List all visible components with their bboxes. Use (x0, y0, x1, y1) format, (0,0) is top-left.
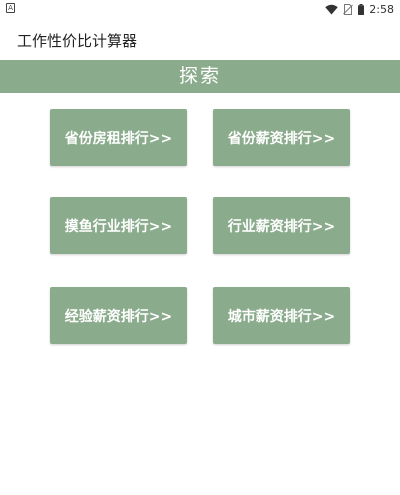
app-title: 工作性价比计算器 (17, 32, 138, 50)
slacking-industry-ranking-button[interactable]: 摸鱼行业排行>> (50, 197, 187, 254)
wifi-icon (325, 4, 338, 14)
notification-icon: A (6, 3, 15, 13)
banner-title: 探索 (178, 65, 221, 87)
city-salary-ranking-button[interactable]: 城市薪资排行>> (213, 287, 350, 344)
experience-salary-ranking-button[interactable]: 经验薪资排行>> (50, 287, 187, 344)
status-icons: 2:58 (325, 2, 394, 16)
industry-salary-ranking-button[interactable]: 行业薪资排行>> (213, 197, 350, 254)
province-rent-ranking-button[interactable]: 省份房租排行>> (50, 109, 187, 166)
tile-label: 行业薪资排行>> (227, 218, 336, 235)
tile-label: 省份薪资排行>> (227, 130, 336, 147)
battery-icon (358, 3, 365, 15)
tile-label: 城市薪资排行>> (227, 308, 336, 325)
tile-label: 经验薪资排行>> (64, 308, 173, 325)
province-salary-ranking-button[interactable]: 省份薪资排行>> (213, 109, 350, 166)
status-bar: A 2:58 (0, 0, 400, 18)
explore-banner: 探索 (0, 60, 400, 93)
tile-label: 省份房租排行>> (64, 130, 173, 147)
tile-label: 摸鱼行业排行>> (64, 218, 173, 235)
app-bar: 工作性价比计算器 (0, 18, 400, 60)
clock-time: 2:58 (369, 2, 394, 16)
no-sim-icon (343, 3, 354, 15)
